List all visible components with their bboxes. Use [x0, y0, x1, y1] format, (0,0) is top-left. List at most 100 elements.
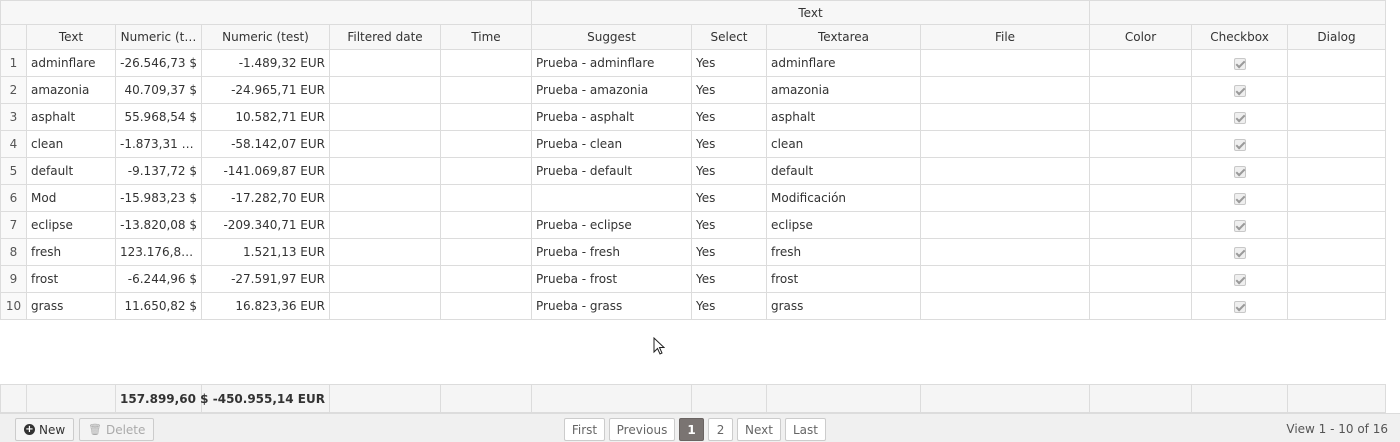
- cell-numeric-t[interactable]: 123.176,89 $: [115, 238, 202, 266]
- column-header-filtered-date[interactable]: Filtered date: [329, 24, 441, 50]
- table-row[interactable]: 3 asphalt 55.968,54 $10.582,71 EUR Prueba -…: [0, 103, 1387, 131]
- checkbox-checked-icon[interactable]: [1233, 273, 1246, 286]
- cell-numeric-test[interactable]: -27.591,97 EUR: [201, 265, 330, 293]
- cell-checkbox[interactable]: [1191, 184, 1289, 212]
- cell-select[interactable]: Yes: [691, 103, 767, 131]
- checkbox-checked-icon[interactable]: [1233, 300, 1246, 313]
- checkbox-checked-icon[interactable]: [1233, 165, 1246, 178]
- cell-numeric-test[interactable]: 1.521,13 EUR: [201, 238, 330, 266]
- cell-numeric-t[interactable]: 55.968,54 $: [115, 103, 202, 131]
- cell-checkbox[interactable]: [1191, 130, 1289, 158]
- cell-time[interactable]: [440, 76, 532, 104]
- cell-color[interactable]: [1089, 76, 1193, 104]
- cell-suggest[interactable]: [531, 184, 692, 212]
- cell-numeric-t[interactable]: 40.709,37 $: [115, 76, 202, 104]
- cell-file[interactable]: [919, 76, 1091, 104]
- cell-numeric-test[interactable]: -17.282,70 EUR: [201, 184, 330, 212]
- cell-select[interactable]: Yes: [691, 76, 767, 104]
- cell-filtered-date[interactable]: [329, 265, 441, 293]
- cell-text[interactable]: eclipse: [26, 211, 116, 239]
- cell-select[interactable]: Yes: [691, 211, 767, 239]
- table-row[interactable]: 10 grass 11.650,82 $16.823,36 EUR Prueba - …: [0, 292, 1387, 320]
- cell-file[interactable]: [919, 157, 1091, 185]
- cell-time[interactable]: [440, 49, 532, 77]
- cell-filtered-date[interactable]: [329, 103, 441, 131]
- cell-dialog[interactable]: [1287, 103, 1387, 131]
- cell-checkbox[interactable]: [1191, 103, 1289, 131]
- cell-numeric-test[interactable]: -209.340,71 EUR: [201, 211, 330, 239]
- cell-text[interactable]: frost: [26, 265, 116, 293]
- cell-numeric-test[interactable]: -1.489,32 EUR: [201, 49, 330, 77]
- cell-checkbox[interactable]: [1191, 265, 1289, 293]
- cell-filtered-date[interactable]: [329, 238, 441, 266]
- checkbox-checked-icon[interactable]: [1233, 219, 1246, 232]
- cell-checkbox[interactable]: [1191, 292, 1289, 320]
- cell-color[interactable]: [1089, 238, 1193, 266]
- cell-suggest[interactable]: Prueba - default: [531, 157, 692, 185]
- table-row[interactable]: 7 eclipse -13.820,08 $ -209.340,71 EUR Prueb…: [0, 211, 1387, 239]
- checkbox-checked-icon[interactable]: [1233, 111, 1246, 124]
- cell-suggest[interactable]: Prueba - frost: [531, 265, 692, 293]
- cell-time[interactable]: [440, 184, 532, 212]
- cell-time[interactable]: [440, 130, 532, 158]
- cell-numeric-t[interactable]: 11.650,82 $: [115, 292, 202, 320]
- cell-textarea[interactable]: Modificación: [766, 184, 921, 212]
- cell-dialog[interactable]: [1287, 211, 1387, 239]
- page-1-button[interactable]: 1: [679, 418, 704, 441]
- new-button[interactable]: + New: [15, 418, 75, 441]
- cell-dialog[interactable]: [1287, 49, 1387, 77]
- column-header-text[interactable]: Text: [26, 24, 116, 50]
- cell-filtered-date[interactable]: [329, 130, 441, 158]
- cell-file[interactable]: [919, 211, 1091, 239]
- cell-time[interactable]: [440, 103, 532, 131]
- cell-textarea[interactable]: amazonia: [766, 76, 921, 104]
- column-header-numeric-t[interactable]: Numeric (t…: [115, 24, 202, 50]
- checkbox-checked-icon[interactable]: [1233, 192, 1246, 205]
- cell-dialog[interactable]: [1287, 157, 1387, 185]
- column-header-dialog[interactable]: Dialog: [1287, 24, 1387, 50]
- column-header-select[interactable]: Select: [691, 24, 767, 50]
- cell-file[interactable]: [919, 130, 1091, 158]
- checkbox-checked-icon[interactable]: [1233, 138, 1246, 151]
- cell-suggest[interactable]: Prueba - adminflare: [531, 49, 692, 77]
- last-page-button[interactable]: Last: [785, 418, 826, 441]
- cell-text[interactable]: asphalt: [26, 103, 116, 131]
- cell-numeric-t[interactable]: -1.873,31 EUR: [115, 130, 202, 158]
- cell-select[interactable]: Yes: [691, 157, 767, 185]
- cell-textarea[interactable]: frost: [766, 265, 921, 293]
- cell-filtered-date[interactable]: [329, 292, 441, 320]
- table-row[interactable]: 5 default -9.137,72 $ -141.069,87 EUR Prueba…: [0, 157, 1387, 185]
- cell-select[interactable]: Yes: [691, 130, 767, 158]
- table-row[interactable]: 4 clean -1.873,31 EUR -58.142,07 EUR Prueba …: [0, 130, 1387, 158]
- cell-numeric-test[interactable]: -24.965,71 EUR: [201, 76, 330, 104]
- cell-color[interactable]: [1089, 157, 1193, 185]
- page-2-button[interactable]: 2: [708, 418, 733, 441]
- cell-numeric-test[interactable]: 16.823,36 EUR: [201, 292, 330, 320]
- cell-text[interactable]: grass: [26, 292, 116, 320]
- delete-button[interactable]: 🗑 Delete: [79, 418, 155, 441]
- cell-numeric-test[interactable]: -58.142,07 EUR: [201, 130, 330, 158]
- cell-suggest[interactable]: Prueba - eclipse: [531, 211, 692, 239]
- cell-suggest[interactable]: Prueba - amazonia: [531, 76, 692, 104]
- cell-filtered-date[interactable]: [329, 211, 441, 239]
- table-row[interactable]: 8 fresh 123.176,89 $1.521,13 EUR Prueba - f…: [0, 238, 1387, 266]
- cell-textarea[interactable]: grass: [766, 292, 921, 320]
- cell-textarea[interactable]: clean: [766, 130, 921, 158]
- cell-select[interactable]: Yes: [691, 238, 767, 266]
- next-page-button[interactable]: Next: [737, 418, 781, 441]
- cell-time[interactable]: [440, 238, 532, 266]
- cell-text[interactable]: adminflare: [26, 49, 116, 77]
- cell-select[interactable]: Yes: [691, 49, 767, 77]
- cell-checkbox[interactable]: [1191, 49, 1289, 77]
- cell-dialog[interactable]: [1287, 130, 1387, 158]
- cell-numeric-t[interactable]: -15.983,23 $: [115, 184, 202, 212]
- cell-file[interactable]: [919, 265, 1091, 293]
- cell-file[interactable]: [919, 103, 1091, 131]
- cell-text[interactable]: clean: [26, 130, 116, 158]
- column-header-numeric-test[interactable]: Numeric (test): [201, 24, 330, 50]
- cell-numeric-t[interactable]: -6.244,96 $: [115, 265, 202, 293]
- cell-time[interactable]: [440, 292, 532, 320]
- cell-time[interactable]: [440, 211, 532, 239]
- cell-color[interactable]: [1089, 265, 1193, 293]
- column-header-time[interactable]: Time: [440, 24, 532, 50]
